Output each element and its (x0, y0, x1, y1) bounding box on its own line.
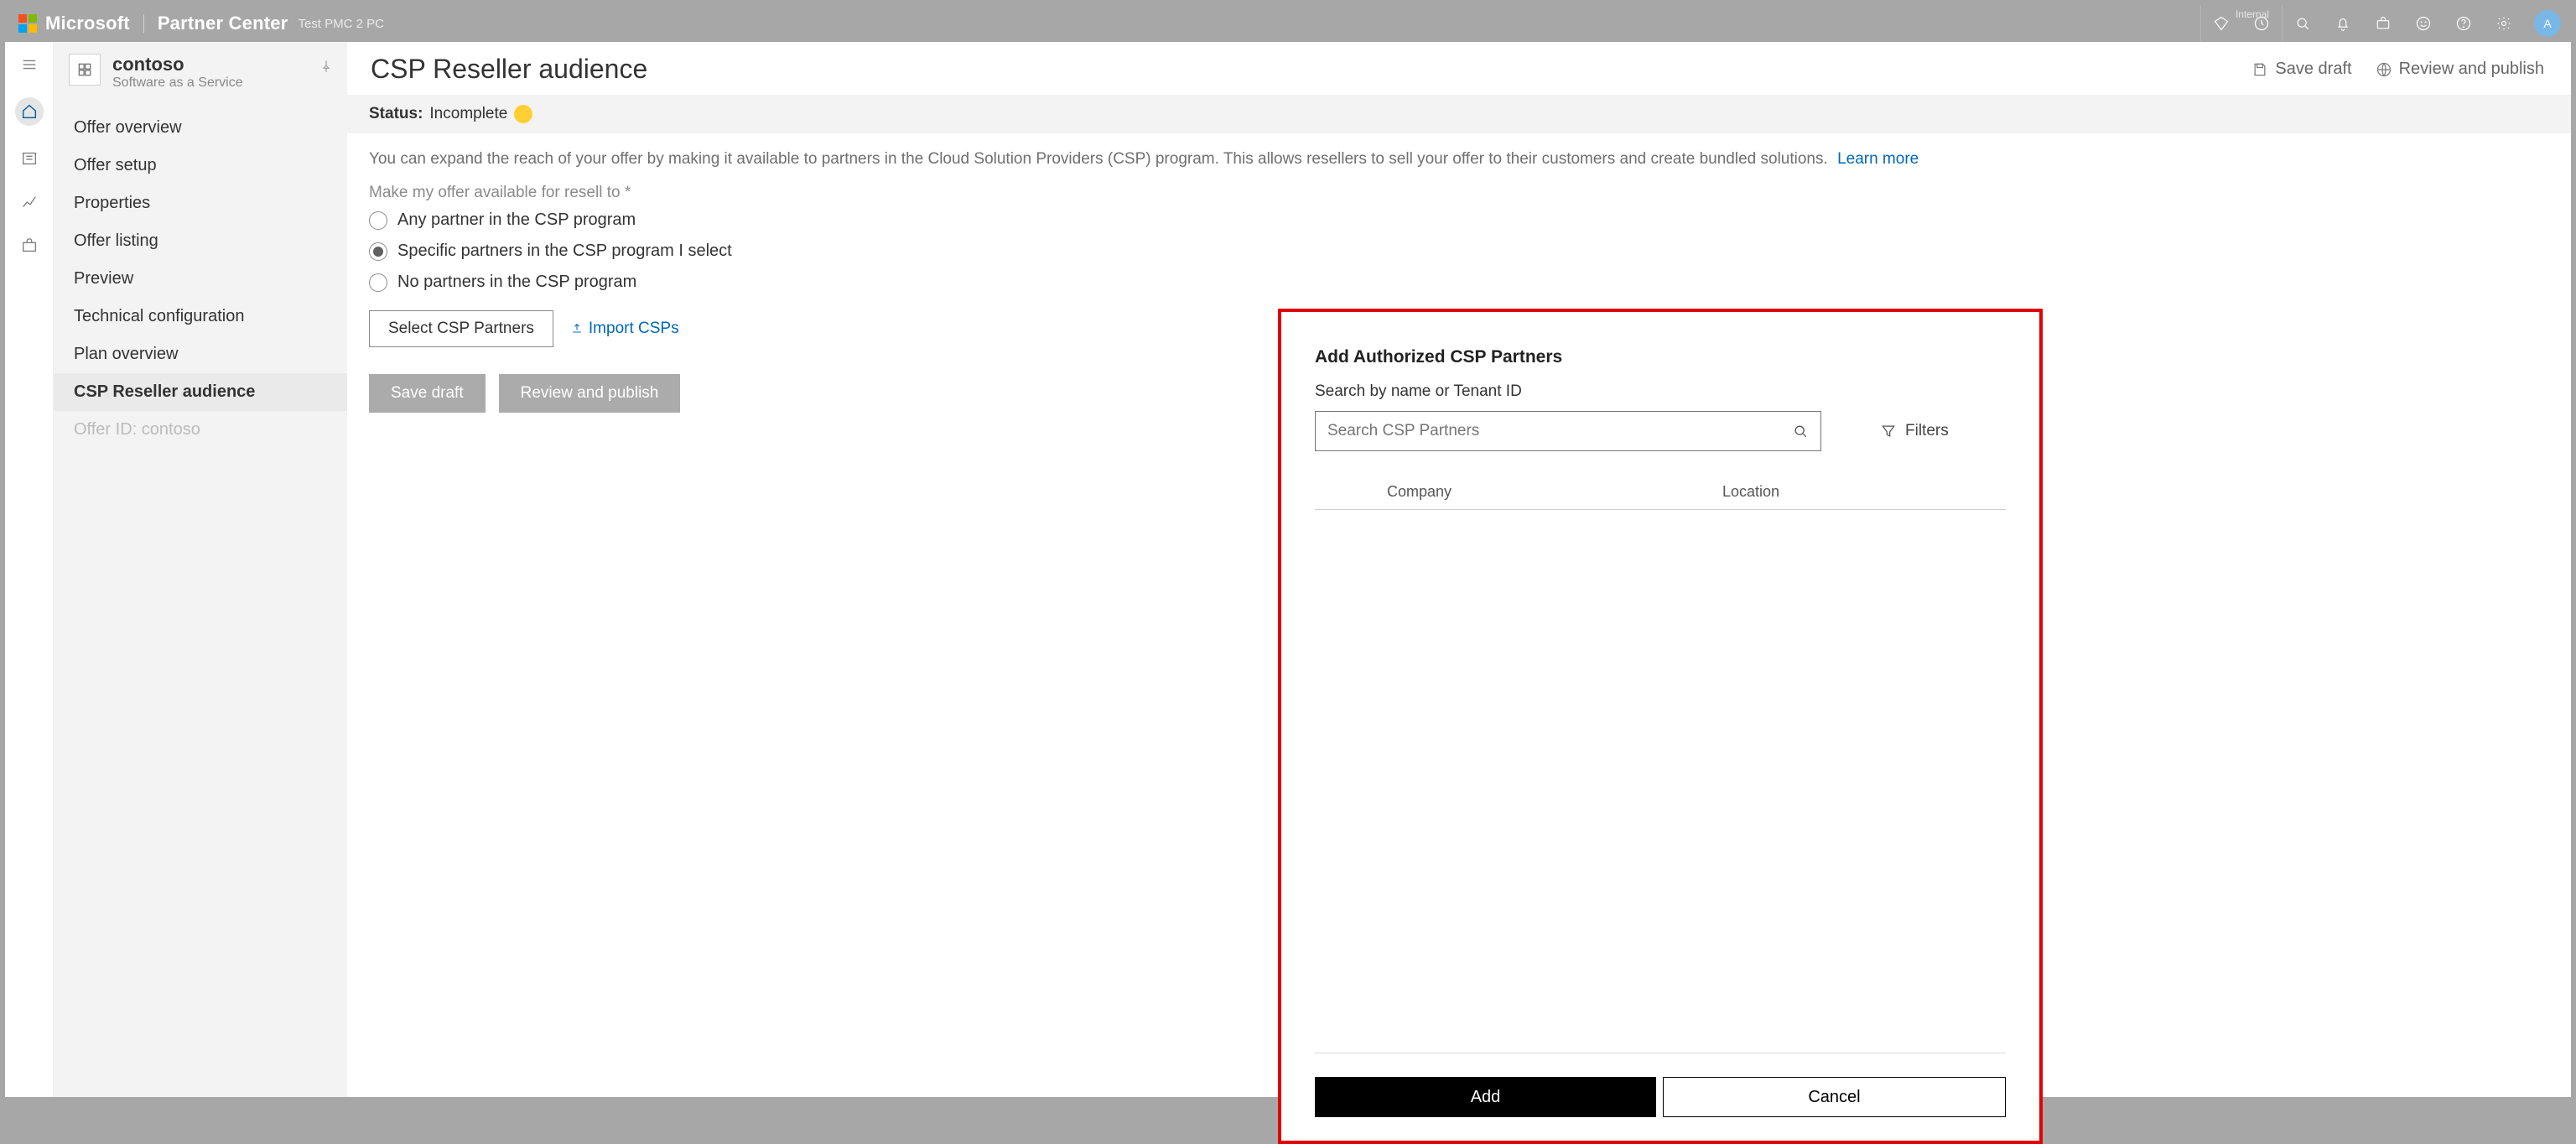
rail-briefcase-icon[interactable] (18, 235, 40, 257)
field-label: Make my offer available for resell to * (347, 174, 2571, 204)
brand-label: Microsoft (45, 13, 130, 34)
radio-any-partner[interactable]: Any partner in the CSP program (369, 211, 2549, 230)
dialog-title: Add Authorized CSP Partners (1315, 347, 2006, 367)
table-header: Company Location (1315, 476, 2006, 510)
sidebar-item-technical-config[interactable]: Technical configuration (54, 298, 347, 335)
filters-button[interactable]: Filters (1880, 422, 1949, 440)
product-card: contoso Software as a Service (54, 42, 347, 97)
left-rail (5, 42, 54, 1097)
save-draft-label: Save draft (2275, 60, 2351, 79)
search-icon (1792, 423, 1809, 439)
sidebar-item-plan-overview[interactable]: Plan overview (54, 335, 347, 373)
pin-icon[interactable] (319, 59, 334, 79)
review-publish-button[interactable]: Review and publish (499, 374, 681, 413)
rail-analytics-icon[interactable] (18, 191, 40, 213)
search-icon[interactable] (2283, 5, 2323, 42)
status-badge-icon (514, 105, 532, 123)
column-company: Company (1387, 483, 1722, 501)
help-icon[interactable] (2444, 5, 2484, 42)
learn-more-link[interactable]: Learn more (1837, 150, 1919, 168)
briefcase-icon[interactable] (2363, 5, 2403, 42)
description-text: You can expand the reach of your offer b… (369, 150, 1828, 168)
status-bar: Status: Incomplete (347, 95, 2571, 133)
status-key: Status: (369, 105, 423, 123)
dialog-subtitle: Search by name or Tenant ID (1315, 382, 2006, 401)
rail-news-icon[interactable] (18, 148, 40, 169)
sidebar: contoso Software as a Service Offer over… (54, 42, 347, 1097)
sidebar-item-preview[interactable]: Preview (54, 260, 347, 298)
radio-circle-selected-icon (369, 242, 387, 261)
cancel-button[interactable]: Cancel (1663, 1077, 2006, 1117)
filters-label: Filters (1905, 422, 1949, 440)
avatar[interactable]: A (2534, 10, 2561, 37)
env-label: Test PMC 2 PC (298, 17, 384, 31)
radio-label: Any partner in the CSP program (397, 211, 636, 230)
save-icon (2251, 61, 2268, 78)
bell-icon[interactable] (2323, 5, 2363, 42)
smiley-icon[interactable] (2403, 5, 2444, 42)
review-publish-label: Review and publish (2399, 60, 2544, 79)
rail-menu-icon[interactable] (18, 54, 40, 75)
sidebar-item-properties[interactable]: Properties (54, 185, 347, 222)
product-name: contoso (112, 54, 243, 75)
description: You can expand the reach of your offer b… (347, 133, 2571, 174)
sidebar-item-offer-id: Offer ID: contoso (54, 411, 347, 449)
upload-icon (570, 322, 584, 335)
dialog-highlight-border: Add Authorized CSP Partners Search by na… (1278, 309, 2043, 1144)
product-grid-icon (69, 54, 101, 86)
column-location: Location (1722, 483, 2006, 501)
gear-icon[interactable] (2484, 5, 2524, 42)
globe-icon (2376, 61, 2392, 78)
app-label: Partner Center (158, 13, 288, 34)
sidebar-nav: Offer overview Offer setup Properties Of… (54, 109, 347, 449)
save-draft-button[interactable]: Save draft (369, 374, 486, 413)
sidebar-item-offer-listing[interactable]: Offer listing (54, 222, 347, 260)
add-button[interactable]: Add (1315, 1077, 1656, 1117)
avatar-initial: A (2543, 17, 2551, 30)
radio-group: Any partner in the CSP program Specific … (347, 204, 2571, 299)
top-bar: Microsoft Partner Center Test PMC 2 PC I… (5, 5, 2571, 42)
status-value: Incomplete (429, 105, 507, 123)
import-csps-link[interactable]: Import CSPs (570, 320, 679, 338)
sidebar-item-offer-overview[interactable]: Offer overview (54, 109, 347, 147)
sidebar-item-offer-setup[interactable]: Offer setup (54, 147, 347, 185)
import-csps-label: Import CSPs (589, 320, 679, 338)
save-draft-action[interactable]: Save draft (2251, 60, 2351, 79)
page-title: CSP Reseller audience (371, 54, 647, 85)
add-csp-partners-dialog: Add Authorized CSP Partners Search by na… (1281, 312, 2039, 1141)
main: CSP Reseller audience Save draft Review … (347, 42, 2571, 1097)
radio-label: Specific partners in the CSP program I s… (397, 242, 732, 261)
radio-specific-partners[interactable]: Specific partners in the CSP program I s… (369, 242, 2549, 261)
radio-label: No partners in the CSP program (397, 273, 636, 292)
search-box[interactable] (1315, 411, 1821, 451)
radio-circle-icon (369, 211, 387, 230)
review-publish-action[interactable]: Review and publish (2376, 60, 2544, 79)
product-subtitle: Software as a Service (112, 75, 243, 91)
sidebar-item-csp-reseller[interactable]: CSP Reseller audience (54, 373, 347, 411)
select-csp-partners-button[interactable]: Select CSP Partners (369, 310, 553, 347)
filter-icon (1880, 423, 1897, 439)
radio-no-partners[interactable]: No partners in the CSP program (369, 273, 2549, 292)
search-input[interactable] (1327, 422, 1792, 440)
divider (143, 14, 144, 33)
rail-home-icon[interactable] (15, 97, 44, 126)
internal-label: Internal (2236, 8, 2269, 20)
radio-circle-icon (369, 273, 387, 292)
microsoft-logo-icon (18, 14, 37, 33)
